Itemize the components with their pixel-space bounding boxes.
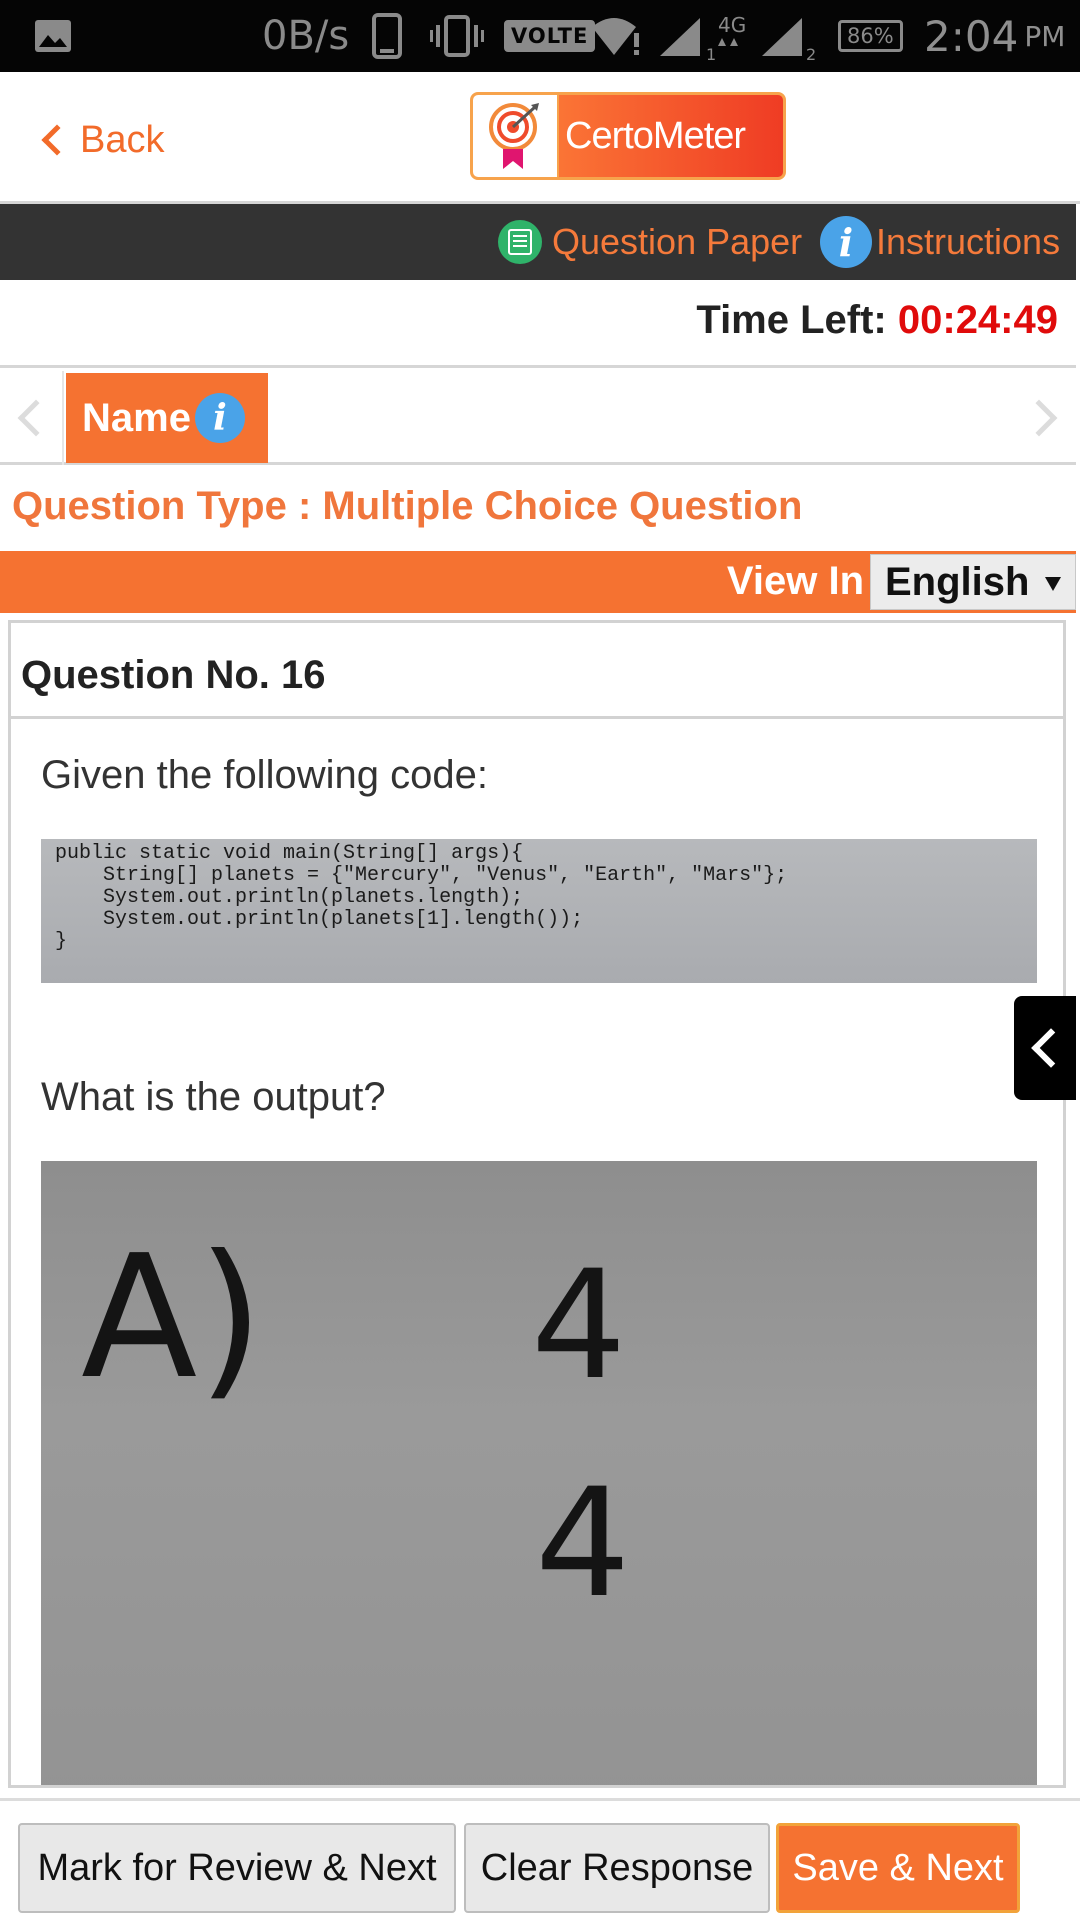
app-header: Back CertoMeter [0, 72, 1080, 204]
code-line: public static void main(String[] args){ [55, 842, 524, 865]
section-info-icon[interactable]: i [194, 393, 245, 443]
wifi-icon [590, 0, 642, 72]
signal-sim1-icon: 1 4G [656, 0, 746, 72]
code-line: String[] planets = {"Mercury", "Venus", … [55, 864, 788, 887]
question-type: Question Type : Multiple Choice Question [12, 484, 803, 528]
view-in-label: View In [726, 559, 864, 603]
status-bar: 0B/s VOLTE 1 4G 2 86% 2:04 PM [0, 0, 1080, 72]
logo-text: CertoMeter [565, 114, 746, 157]
tab-name[interactable]: Name i [66, 373, 268, 463]
chevron-left-icon [41, 124, 73, 156]
code-image: public static void main(String[] args){ … [41, 839, 1037, 983]
section-prev-button[interactable] [0, 371, 64, 465]
question-header: Question No. 16 [11, 623, 1063, 719]
top-toolbar: Question Paper i Instructions [0, 204, 1076, 280]
chevron-left-icon [17, 399, 55, 437]
answer-option-image[interactable]: A) 4 4 [41, 1161, 1037, 1785]
instructions-label: Instructions [876, 221, 1061, 262]
network-speed: 0B/s [262, 13, 350, 59]
answer-option-letter: A) [81, 1219, 264, 1417]
time-left: Time Left: 00:24:49 [696, 298, 1058, 343]
language-select[interactable]: English [870, 554, 1076, 610]
svg-text:2: 2 [806, 45, 816, 64]
time-left-value: 00:24:49 [897, 298, 1058, 342]
phone-icon [372, 0, 402, 72]
svg-text:1: 1 [706, 45, 716, 64]
info-icon: i [820, 216, 872, 268]
action-bar: Mark for Review & Next Clear Response Sa… [0, 1798, 1080, 1920]
question-panel: Question No. 16 Given the following code… [8, 620, 1066, 1788]
svg-text:4G: 4G [718, 13, 746, 37]
gallery-icon [34, 0, 72, 72]
question-prompt-text: What is the output? [41, 1075, 386, 1119]
palette-drawer-toggle[interactable] [1014, 996, 1076, 1100]
question-intro-text: Given the following code: [41, 753, 488, 797]
time-left-label: Time Left: [696, 298, 887, 342]
section-next-button[interactable] [1012, 371, 1076, 465]
certometer-logo: CertoMeter [470, 92, 786, 180]
battery-icon: 86% [838, 0, 903, 72]
answer-option-line1: 4 [531, 1239, 627, 1413]
save-next-button[interactable]: Save & Next [776, 1823, 1020, 1913]
section-tabs: Name i [0, 371, 1076, 465]
tab-name-label: Name [82, 395, 191, 440]
chevron-right-icon [1020, 399, 1058, 437]
chevron-left-icon [1031, 1028, 1071, 1068]
dropdown-caret-icon [1045, 577, 1061, 591]
question-paper-link[interactable]: Question Paper [498, 216, 802, 268]
clock: 2:04 PM [924, 11, 1066, 61]
target-badge-icon [473, 95, 559, 177]
vibrate-icon [430, 0, 484, 72]
mark-for-review-button[interactable]: Mark for Review & Next [18, 1823, 456, 1913]
code-line: System.out.println(planets[1].length()); [55, 908, 584, 931]
back-label: Back [80, 118, 165, 161]
signal-sim2-icon: 2 [758, 0, 818, 72]
timer-row: Time Left: 00:24:49 [0, 280, 1076, 368]
back-button[interactable]: Back [40, 112, 164, 168]
answer-option-line2: 4 [535, 1457, 631, 1631]
view-in-bar: View In English [0, 551, 1076, 613]
document-icon [498, 220, 542, 264]
code-line: } [55, 930, 68, 953]
question-number: Question No. 16 [21, 653, 326, 697]
language-selected-value: English [885, 559, 1030, 604]
instructions-link[interactable]: i Instructions [820, 216, 1060, 268]
volte-badge: VOLTE [504, 0, 596, 72]
code-line: System.out.println(planets.length); [55, 886, 524, 909]
question-paper-label: Question Paper [552, 221, 803, 262]
clear-response-button[interactable]: Clear Response [464, 1823, 770, 1913]
